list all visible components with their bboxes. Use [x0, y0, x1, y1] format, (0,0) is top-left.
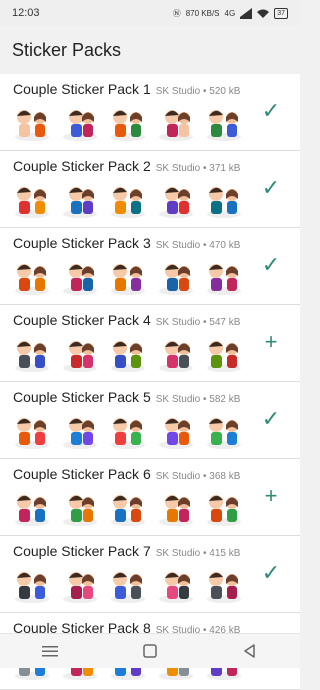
sticker-pack-row[interactable]: Couple Sticker Pack 6 SK Studio • 368 kB +	[0, 459, 300, 536]
sticker-thumbnail	[207, 495, 241, 526]
pack-header: Couple Sticker Pack 6 SK Studio • 368 kB	[13, 466, 240, 482]
sticker-thumbnail	[111, 187, 145, 218]
pack-added-check-icon[interactable]: ✓	[260, 408, 282, 430]
sticker-pack-row[interactable]: Couple Sticker Pack 4 SK Studio • 547 kB +	[0, 305, 300, 382]
pack-added-check-icon[interactable]: ✓	[260, 254, 282, 276]
sticker-thumbnail	[111, 264, 145, 295]
sticker-thumbnail	[207, 341, 241, 372]
pack-meta: SK Studio • 415 kB	[155, 548, 241, 559]
sticker-preview-strip	[10, 566, 246, 604]
pack-meta: SK Studio • 547 kB	[155, 317, 241, 328]
back-triangle-icon	[244, 644, 255, 658]
pack-header: Couple Sticker Pack 2 SK Studio • 371 kB	[13, 158, 240, 174]
sticker-preview-strip	[10, 104, 246, 142]
pack-name: Couple Sticker Pack 5	[13, 389, 151, 405]
pack-name: Couple Sticker Pack 7	[13, 543, 151, 559]
sticker-thumbnail	[15, 264, 49, 295]
app-bar: Sticker Packs	[0, 26, 300, 74]
home-button[interactable]	[138, 641, 162, 661]
sticker-thumbnail	[15, 341, 49, 372]
sticker-thumbnail	[159, 418, 193, 449]
pack-name: Couple Sticker Pack 6	[13, 466, 151, 482]
sticker-thumbnail	[63, 110, 97, 141]
page-title: Sticker Packs	[12, 39, 122, 60]
sticker-preview-strip	[10, 412, 246, 450]
sticker-thumbnail	[207, 110, 241, 141]
sticker-thumbnail	[63, 264, 97, 295]
sticker-thumbnail	[63, 572, 97, 603]
sticker-thumbnail	[63, 418, 97, 449]
add-pack-button[interactable]: +	[260, 331, 282, 353]
pack-meta: SK Studio • 520 kB	[155, 86, 241, 97]
status-icons: Ⓝ 870 KB/S 4G 37	[172, 7, 288, 19]
sticker-thumbnail	[207, 187, 241, 218]
sticker-thumbnail	[63, 341, 97, 372]
sticker-thumbnail	[15, 110, 49, 141]
pack-added-check-icon[interactable]: ✓	[260, 177, 282, 199]
battery-icon: 37	[274, 7, 288, 19]
home-square-icon	[143, 644, 157, 658]
pack-added-check-icon[interactable]: ✓	[260, 100, 282, 122]
pack-meta: SK Studio • 470 kB	[155, 240, 241, 251]
sticker-thumbnail	[111, 495, 145, 526]
sticker-thumbnail	[159, 495, 193, 526]
menu-icon	[42, 646, 58, 657]
add-pack-button[interactable]: +	[260, 485, 282, 507]
sticker-thumbnail	[159, 187, 193, 218]
pack-header: Couple Sticker Pack 4 SK Studio • 547 kB	[13, 312, 240, 328]
sticker-thumbnail	[111, 110, 145, 141]
sticker-pack-row[interactable]: Couple Sticker Pack 2 SK Studio • 371 kB ✓	[0, 151, 300, 228]
sticker-pack-list: Couple Sticker Pack 1 SK Studio • 520 kB ✓…	[0, 74, 300, 690]
status-bar: 12:03 Ⓝ 870 KB/S 4G 37	[0, 0, 300, 26]
sticker-thumbnail	[207, 572, 241, 603]
sticker-preview-strip	[10, 181, 246, 219]
pack-name: Couple Sticker Pack 3	[13, 235, 151, 251]
pack-header: Couple Sticker Pack 1 SK Studio • 520 kB	[13, 81, 240, 97]
pack-meta: SK Studio • 582 kB	[155, 394, 241, 405]
sticker-thumbnail	[159, 341, 193, 372]
pack-name: Couple Sticker Pack 2	[13, 158, 151, 174]
pack-added-check-icon[interactable]: ✓	[260, 562, 282, 584]
pack-meta: SK Studio • 371 kB	[155, 163, 241, 174]
pack-header: Couple Sticker Pack 5 SK Studio • 582 kB	[13, 389, 240, 405]
sticker-thumbnail	[111, 418, 145, 449]
status-time: 12:03	[12, 7, 40, 19]
sticker-thumbnail	[15, 187, 49, 218]
sticker-pack-row[interactable]: Couple Sticker Pack 3 SK Studio • 470 kB ✓	[0, 228, 300, 305]
navigation-bar	[0, 633, 300, 668]
sticker-thumbnail	[111, 341, 145, 372]
wifi-icon	[257, 9, 270, 18]
back-button[interactable]	[238, 641, 262, 661]
sticker-preview-strip	[10, 335, 246, 373]
sticker-thumbnail	[111, 572, 145, 603]
sticker-thumbnail	[159, 264, 193, 295]
pack-meta: SK Studio • 368 kB	[155, 471, 241, 482]
sticker-thumbnail	[207, 418, 241, 449]
sticker-thumbnail	[63, 187, 97, 218]
sticker-preview-strip	[10, 258, 246, 296]
signal-icon	[240, 7, 253, 19]
menu-button[interactable]	[38, 641, 62, 661]
sticker-thumbnail	[159, 110, 193, 141]
sticker-pack-row[interactable]: Couple Sticker Pack 1 SK Studio • 520 kB ✓	[0, 74, 300, 151]
sticker-thumbnail	[63, 495, 97, 526]
pack-name: Couple Sticker Pack 1	[13, 81, 151, 97]
network-speed: 870 KB/S	[185, 8, 220, 18]
sticker-thumbnail	[15, 418, 49, 449]
nfc-icon: Ⓝ	[172, 8, 181, 18]
pack-header: Couple Sticker Pack 7 SK Studio • 415 kB	[13, 543, 240, 559]
sticker-thumbnail	[15, 572, 49, 603]
sticker-preview-strip	[10, 489, 246, 527]
network-label: 4G	[224, 8, 236, 18]
sticker-thumbnail	[159, 572, 193, 603]
sticker-thumbnail	[15, 495, 49, 526]
sticker-thumbnail	[207, 264, 241, 295]
sticker-pack-row[interactable]: Couple Sticker Pack 7 SK Studio • 415 kB ✓	[0, 536, 300, 613]
pack-name: Couple Sticker Pack 4	[13, 312, 151, 328]
pack-header: Couple Sticker Pack 3 SK Studio • 470 kB	[13, 235, 240, 251]
sticker-pack-row[interactable]: Couple Sticker Pack 5 SK Studio • 582 kB ✓	[0, 382, 300, 459]
